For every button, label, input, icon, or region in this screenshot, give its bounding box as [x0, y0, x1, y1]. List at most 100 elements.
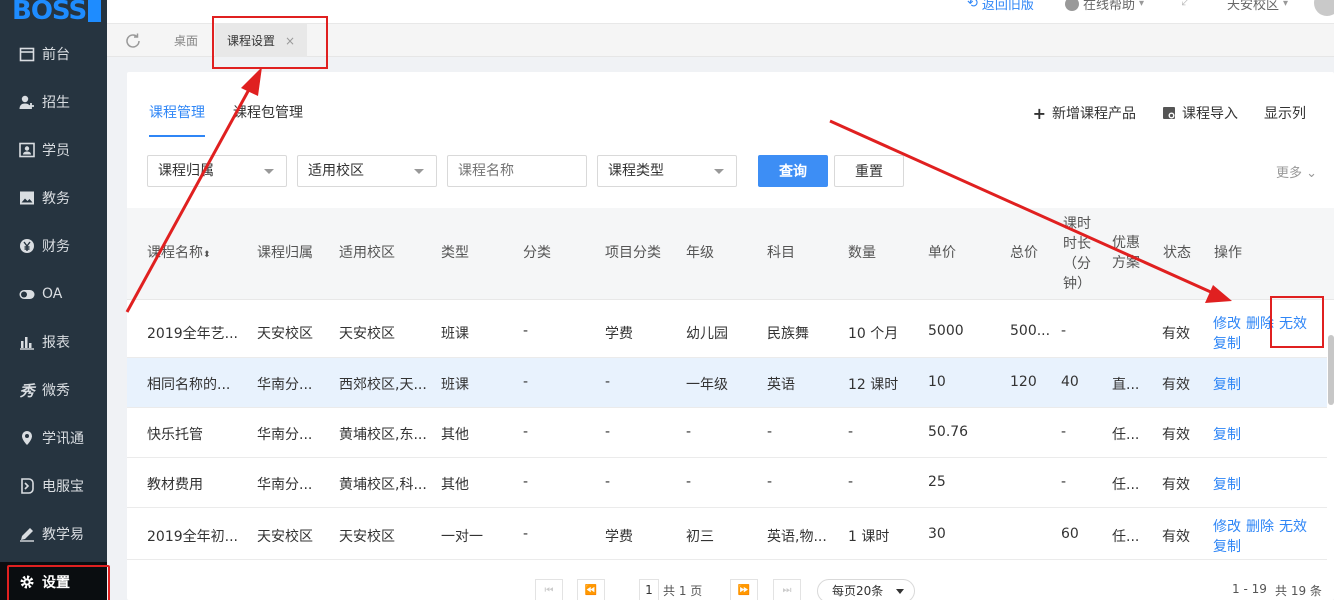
yen-icon — [18, 237, 36, 255]
campus-select[interactable]: 适用校区 — [297, 155, 437, 187]
sidebar-item-settings[interactable]: 设置 — [0, 562, 110, 600]
next-page-button[interactable]: ⏩ — [730, 579, 758, 600]
sidebar-item-jiaoxueyi[interactable]: 教学易 — [0, 514, 107, 554]
cell-category: - — [523, 323, 529, 339]
add-course-product-button[interactable]: + 新增课程产品 — [1033, 103, 1136, 123]
close-icon[interactable]: × — [285, 34, 295, 48]
page-tab-bar: 桌面 课程设置 × — [107, 24, 1334, 57]
filter-bar: 课程归属 适用校区 课程类型 查询 重置 更多 ⌄ — [147, 155, 1317, 187]
page-size-select[interactable]: 每页20条 — [817, 579, 915, 600]
tab-desktop[interactable]: 桌面 — [162, 24, 210, 57]
sidebar-item-label: 教学易 — [42, 527, 84, 543]
cell-quantity: 1 课时 — [848, 529, 890, 545]
back-icon: ⟲ — [967, 0, 978, 11]
fullscreen-icon[interactable]: ⤢ — [1181, 0, 1191, 9]
sidebar-item-oa[interactable]: OA — [0, 274, 107, 314]
sidebar-item-reports[interactable]: 报表 — [0, 322, 107, 362]
invalidate-link[interactable]: 无效 — [1279, 516, 1307, 536]
course-import-button[interactable]: 课程导入 — [1162, 103, 1238, 123]
back-old-version-link[interactable]: ⟲ 返回旧版 — [967, 0, 1034, 13]
cell-name: 相同名称的... — [147, 377, 231, 393]
sidebar-item-label: 微秀 — [42, 383, 70, 399]
cell-belong: 天安校区 — [257, 326, 313, 342]
cell-campus: 西郊校区,天... — [339, 377, 427, 393]
edit-link[interactable]: 修改 — [1213, 516, 1241, 536]
sort-icon[interactable]: ⬍ — [203, 250, 211, 260]
cell-discount: 任... — [1112, 477, 1140, 493]
copy-link[interactable]: 复制 — [1213, 474, 1241, 494]
chevron-down-icon: ▾ — [1139, 0, 1145, 9]
copy-link[interactable]: 复制 — [1213, 374, 1241, 394]
course-name-input[interactable] — [447, 155, 587, 187]
sidebar-item-dianfubao[interactable]: 电服宝 — [0, 466, 107, 506]
show-columns-button[interactable]: 显示列 — [1264, 103, 1306, 123]
sidebar-item-label: 设置 — [42, 575, 70, 591]
tab-course-management[interactable]: 课程管理 — [149, 102, 205, 137]
chevron-down-icon: ⌄ — [1306, 166, 1317, 181]
col-course-name[interactable]: 课程名称⬍ — [147, 243, 211, 265]
cell-duration: 60 — [1061, 526, 1079, 542]
sidebar-item-finance[interactable]: 财务 — [0, 226, 107, 266]
edit-link[interactable]: 修改 — [1213, 313, 1241, 333]
invalidate-link[interactable]: 无效 — [1279, 313, 1307, 333]
col-quantity: 数量 — [848, 245, 876, 261]
delete-link[interactable]: 删除 — [1246, 516, 1274, 536]
table-row: 快乐托管 华南分... 黄埔校区,东... 其他 - - - - - 50.76… — [127, 408, 1327, 458]
cell-project: - — [605, 374, 611, 390]
refresh-icon[interactable] — [123, 31, 143, 51]
first-page-button[interactable]: ⏮ — [535, 579, 563, 600]
record-range-label: 1 - 19 — [1232, 582, 1267, 596]
tab-course-settings[interactable]: 课程设置 × — [215, 24, 308, 57]
table-row: 2019全年艺... 天安校区 天安校区 班课 - 学费 幼儿园 民族舞 10 … — [127, 306, 1327, 358]
logo-text: BOSS — [12, 0, 87, 26]
avatar[interactable] — [1314, 0, 1334, 16]
table-row: 2019全年初... 天安校区 天安校区 一对一 - 学费 初三 英语,物...… — [127, 508, 1327, 560]
copy-link[interactable]: 复制 — [1213, 424, 1241, 444]
copy-link[interactable]: 复制 — [1213, 333, 1241, 353]
cell-duration: - — [1061, 424, 1067, 440]
cell-grade: 幼儿园 — [686, 326, 728, 342]
cell-status: 有效 — [1162, 529, 1190, 545]
gear-icon — [18, 573, 36, 591]
col-belong: 课程归属 — [257, 245, 313, 261]
import-icon — [1163, 107, 1175, 119]
cell-campus: 天安校区 — [339, 529, 395, 545]
cell-subject: - — [767, 474, 773, 490]
page-number-input[interactable]: 1 — [639, 579, 659, 600]
copy-link[interactable]: 复制 — [1213, 536, 1241, 556]
pen-icon — [18, 525, 36, 543]
sidebar-item-enrollment[interactable]: 招生 — [0, 82, 107, 122]
cell-discount: 直... — [1112, 377, 1140, 393]
delete-link[interactable]: 删除 — [1246, 313, 1274, 333]
cell-grade: - — [686, 424, 692, 440]
cell-unit-price: 50.76 — [928, 424, 969, 440]
more-filters-toggle[interactable]: 更多 ⌄ — [1276, 162, 1317, 181]
col-unit-price: 单价 — [928, 245, 956, 261]
cell-duration: - — [1061, 474, 1067, 490]
sidebar-item-label: 教务 — [42, 191, 70, 207]
course-type-select[interactable]: 课程类型 — [597, 155, 737, 187]
reset-button[interactable]: 重置 — [834, 155, 904, 187]
tab-course-package-management[interactable]: 课程包管理 — [233, 102, 303, 137]
scrollbar[interactable] — [1328, 335, 1334, 405]
col-project-category: 项目分类 — [605, 245, 661, 261]
xiu-icon: 秀 — [19, 381, 35, 400]
online-help-menu[interactable]: 在线帮助 ▾ — [1065, 0, 1144, 13]
cell-grade: - — [686, 474, 692, 490]
course-belong-select[interactable]: 课程归属 — [147, 155, 287, 187]
sidebar-item-xuexuntong[interactable]: 学讯通 — [0, 418, 107, 458]
sidebar-item-students[interactable]: 学员 — [0, 130, 107, 170]
prev-page-button[interactable]: ⏪ — [577, 579, 605, 600]
campus-switcher[interactable]: 天安校区 ▾ — [1227, 0, 1288, 13]
sidebar-item-label: OA — [42, 286, 63, 302]
cell-unit-price: 10 — [928, 374, 946, 390]
help-icon — [1065, 0, 1079, 11]
last-page-button[interactable]: ⏭ — [773, 579, 801, 600]
sidebar-item-weixiu[interactable]: 秀 微秀 — [0, 370, 107, 410]
sidebar-item-front-desk[interactable]: 前台 — [0, 34, 107, 74]
cell-name: 2019全年艺... — [147, 326, 238, 342]
sidebar-item-academic[interactable]: 教务 — [0, 178, 107, 218]
cell-status: 有效 — [1162, 477, 1190, 493]
query-button[interactable]: 查询 — [758, 155, 828, 187]
cell-project: - — [605, 474, 611, 490]
